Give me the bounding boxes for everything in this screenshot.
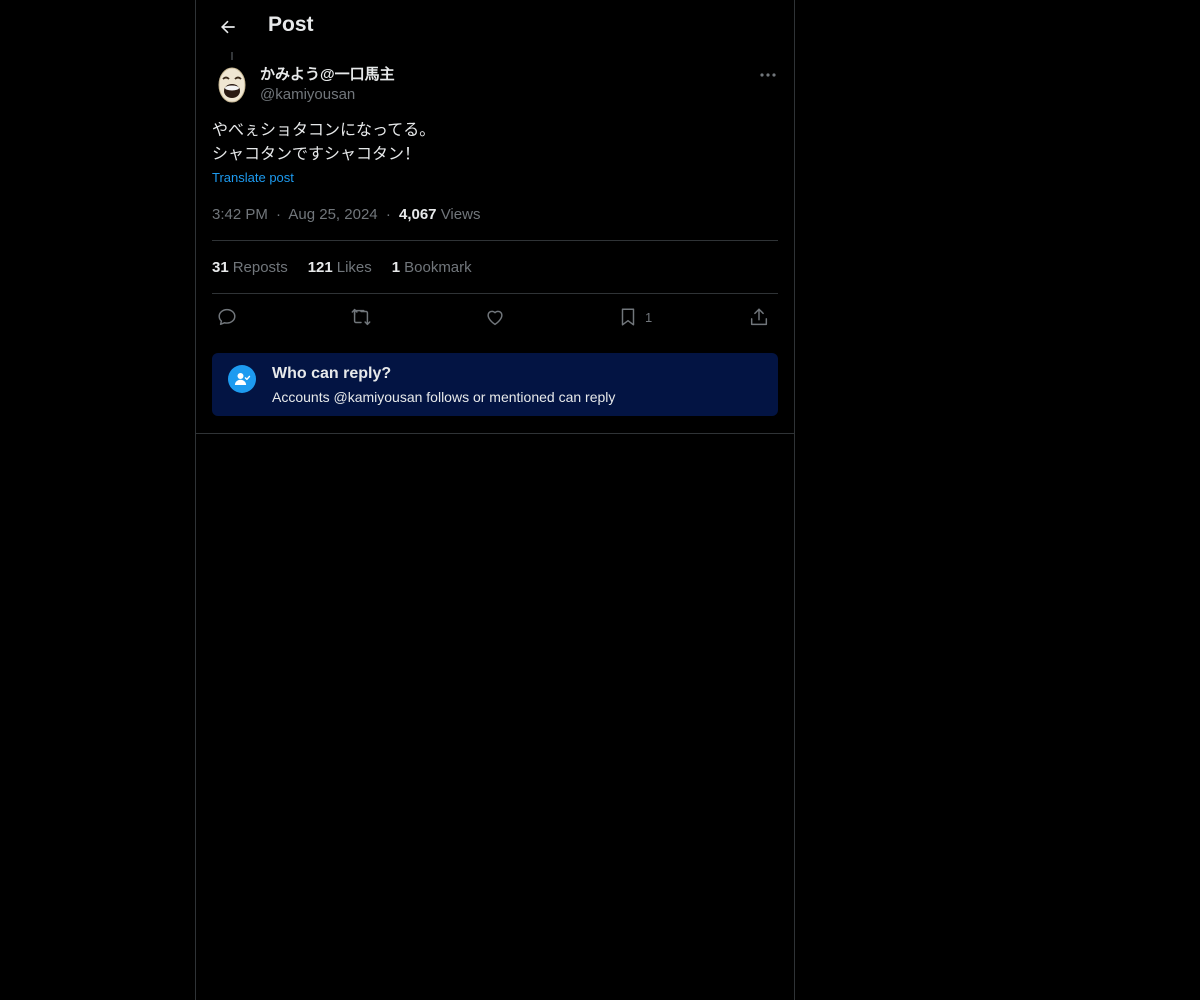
divider: [212, 293, 778, 294]
views-label: Views: [440, 206, 481, 223]
reposts-label: Reposts: [232, 259, 288, 276]
bookmarks-stat[interactable]: 1 Bookmark: [392, 258, 472, 278]
action-bar: 1: [212, 303, 778, 331]
divider: [212, 240, 778, 241]
bookmarks-count: 1: [391, 259, 401, 276]
meta-separator: ·: [385, 206, 391, 223]
reposts-stat[interactable]: 31 Reposts: [212, 258, 288, 278]
post-date[interactable]: Aug 25, 2024: [288, 206, 377, 223]
arrow-left-icon: [221, 20, 235, 34]
bookmark-icon: [621, 308, 635, 326]
person-check-icon: [228, 365, 256, 393]
reply-button[interactable]: [216, 303, 238, 331]
share-button[interactable]: [748, 303, 770, 331]
reply-restriction-description: Accounts @kamiyousan follows or mentione…: [272, 389, 616, 405]
thread-connector-line: [231, 52, 233, 60]
speech-bubble-icon: [218, 308, 236, 326]
post-header: Post: [196, 0, 794, 53]
repost-button[interactable]: [350, 303, 372, 331]
reply-restriction-title: Who can reply?: [272, 365, 392, 382]
views-count: 4,067: [398, 206, 437, 223]
post-stats: 31 Reposts 121 Likes 1 Bookmark: [212, 258, 472, 278]
likes-count: 121: [307, 259, 333, 276]
more-options-button[interactable]: [754, 64, 782, 86]
post-column: Post かみよう@一口馬主 @kamiyousan やべぇショタコンになってる…: [195, 0, 795, 1000]
like-button[interactable]: [484, 303, 506, 331]
back-button[interactable]: [212, 11, 244, 43]
avatar-image: [212, 64, 252, 104]
avatar[interactable]: [212, 64, 252, 104]
bookmarks-label: Bookmark: [404, 259, 472, 276]
author-info: かみよう@一口馬主 @kamiyousan: [260, 65, 395, 105]
post-text: やべぇショタコンになってる。 シャコタンですシャコタン！: [212, 122, 436, 163]
page-title: Post: [268, 13, 314, 36]
post-time[interactable]: 3:42 PM: [212, 206, 268, 223]
likes-label: Likes: [336, 259, 372, 276]
reply-restriction-notice: Who can reply? Accounts @kamiyousan foll…: [212, 353, 778, 416]
likes-stat[interactable]: 121 Likes: [308, 258, 372, 278]
divider: [196, 433, 794, 434]
more-horizontal-icon: [760, 73, 776, 77]
reposts-count: 31: [212, 259, 229, 276]
author-display-name[interactable]: かみよう@一口馬主: [260, 65, 395, 85]
share-icon: [750, 308, 768, 326]
heart-icon: [487, 310, 503, 326]
post-metadata: 3:42 PM · Aug 25, 2024 · 4,067 Views: [212, 205, 480, 225]
meta-separator: ·: [276, 206, 282, 223]
author-handle[interactable]: @kamiyousan: [260, 85, 395, 105]
bookmark-count: 1: [645, 309, 653, 325]
translate-post-link[interactable]: Translate post: [212, 170, 294, 185]
repost-icon: [351, 308, 371, 326]
bookmark-button[interactable]: 1: [617, 303, 652, 331]
